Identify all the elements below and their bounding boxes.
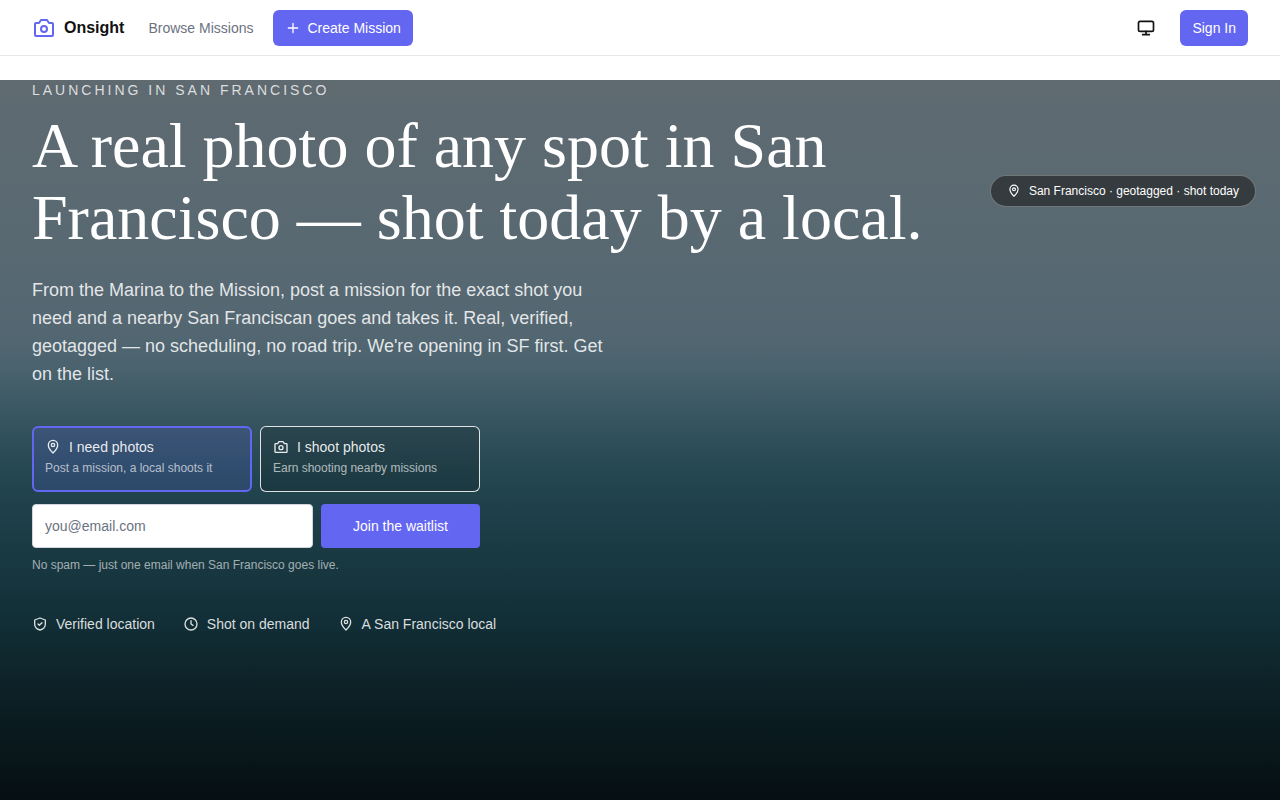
role-option[interactable]: I need photos Post a mission, a local sh… (32, 426, 252, 492)
brand-name: Onsight (64, 19, 124, 37)
camera-icon (32, 16, 56, 40)
map-pin-icon (45, 439, 61, 455)
page: Onsight Browse Missions Create Mission S… (0, 0, 1280, 800)
map-pin-icon (338, 616, 354, 632)
camera-icon (273, 439, 289, 455)
feature-list: Verified location Shot on demand A San F… (32, 616, 1248, 632)
role-picker: I need photos Post a mission, a local sh… (32, 426, 1248, 492)
feature-item: Shot on demand (183, 616, 310, 632)
signup-form: Join the waitlist (32, 504, 480, 548)
email-input[interactable] (32, 504, 313, 548)
brand-logo[interactable]: Onsight (32, 16, 124, 40)
role-description: Post a mission, a local shoots it (45, 461, 239, 475)
hero: San Francisco · geotagged · shot today L… (0, 80, 1280, 800)
create-mission-button[interactable]: Create Mission (273, 10, 412, 46)
role-label: I need photos (69, 439, 154, 455)
join-waitlist-button[interactable]: Join the waitlist (321, 504, 480, 548)
shield-check-icon (32, 616, 48, 632)
subtitle: From the Marina to the Mission, post a m… (32, 276, 612, 388)
role-description: Earn shooting nearby missions (273, 461, 467, 475)
map-pin-icon (1007, 184, 1021, 198)
clock-icon (183, 616, 199, 632)
nav-spacer (0, 56, 1280, 80)
nav-link[interactable]: Browse Missions (148, 20, 253, 36)
location-badge: San Francisco · geotagged · shot today (990, 175, 1256, 207)
feature-item: Verified location (32, 616, 155, 632)
monitor-icon[interactable] (1136, 18, 1156, 38)
sign-in-button[interactable]: Sign In (1180, 10, 1248, 46)
eyebrow: LAUNCHING IN SAN FRANCISCO (32, 82, 1248, 98)
signup-note: No spam — just one email when San Franci… (32, 558, 1248, 572)
role-option[interactable]: I shoot photos Earn shooting nearby miss… (260, 426, 480, 492)
feature-item: A San Francisco local (338, 616, 497, 632)
role-label: I shoot photos (297, 439, 385, 455)
plus-icon (285, 20, 301, 36)
headline: A real photo of any spot in San Francisc… (32, 110, 972, 254)
top-nav: Onsight Browse Missions Create Mission S… (0, 0, 1280, 56)
